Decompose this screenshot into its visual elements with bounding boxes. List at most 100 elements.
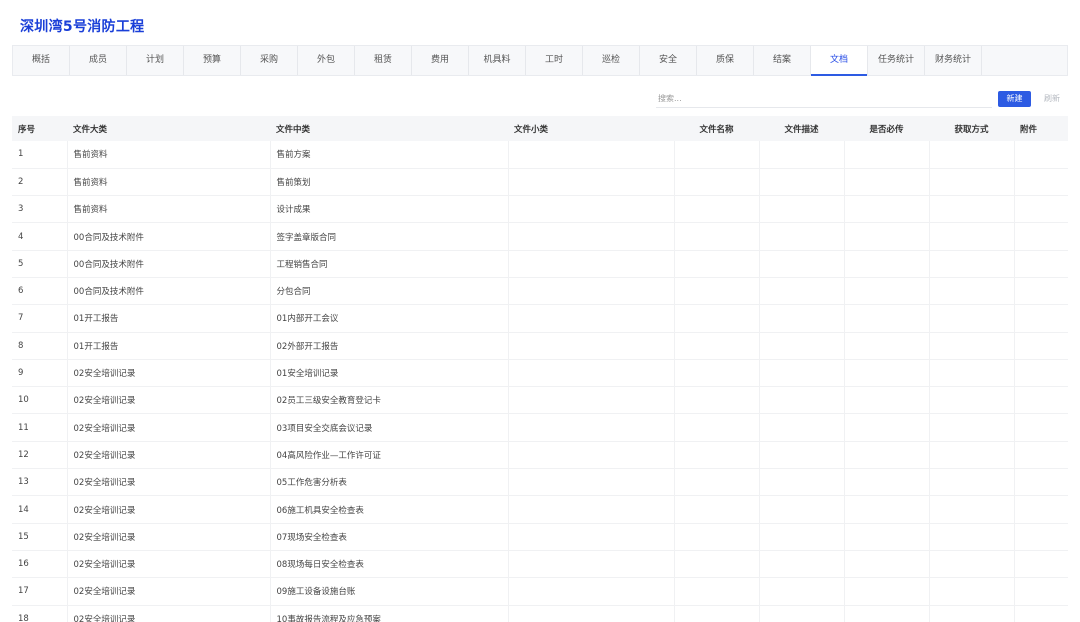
column-header-minor-category[interactable]: 文件小类 — [508, 116, 674, 141]
cell-attachment — [1014, 523, 1068, 551]
tab-equipment[interactable]: 机具料 — [469, 46, 526, 75]
table-row[interactable]: 4 00合同及技术附件 签字盖章版合同 — [12, 222, 1068, 251]
tab-documents[interactable]: 文档 — [811, 46, 868, 76]
tab-inspection[interactable]: 巡检 — [583, 46, 640, 75]
cell-attachment — [1014, 605, 1068, 622]
tab-bar-filler — [982, 46, 1067, 75]
cell-file-name — [674, 386, 760, 415]
cell-file-name — [674, 577, 760, 606]
tab-outsource[interactable]: 外包 — [298, 46, 355, 75]
cell-attachment — [1014, 304, 1068, 333]
cell-file-name — [674, 332, 760, 360]
cell-acquisition-method — [929, 359, 1015, 388]
cell-category: 02安全培训记录 — [67, 468, 271, 497]
table-row[interactable]: 8 01开工报告 02外部开工报告 — [12, 332, 1068, 360]
tab-budget[interactable]: 预算 — [184, 46, 241, 75]
cell-acquisition-method — [929, 413, 1015, 442]
column-header-attachment[interactable]: 附件 — [1014, 116, 1068, 141]
cell-category: 售前资料 — [67, 195, 271, 224]
table-row[interactable]: 2 售前资料 售前策划 — [12, 168, 1068, 197]
table-row[interactable]: 3 售前资料 设计成果 — [12, 195, 1068, 224]
table-row[interactable]: 5 00合同及技术附件 工程销售合同 — [12, 250, 1068, 278]
tab-plan[interactable]: 计划 — [127, 46, 184, 75]
table-row[interactable]: 1 售前资料 售前方案 — [12, 141, 1068, 169]
tab-work-hours[interactable]: 工时 — [526, 46, 583, 75]
column-header-subcategory[interactable]: 文件中类 — [270, 116, 508, 141]
table-row[interactable]: 10 02安全培训记录 02员工三级安全教育登记卡 — [12, 386, 1068, 415]
search-input[interactable] — [656, 90, 992, 108]
cell-minor-category — [508, 195, 675, 224]
tab-expense[interactable]: 费用 — [412, 46, 469, 75]
table-row[interactable]: 7 01开工报告 01内部开工会议 — [12, 304, 1068, 333]
table-row[interactable]: 6 00合同及技术附件 分包合同 — [12, 277, 1068, 306]
cell-file-description — [759, 550, 845, 579]
cell-index: 11 — [12, 413, 68, 442]
column-header-acquisition-method[interactable]: 获取方式 — [929, 116, 1014, 141]
tab-closing[interactable]: 结案 — [754, 46, 811, 75]
cell-file-name — [674, 250, 760, 278]
page-title: 深圳湾5号消防工程 — [20, 19, 145, 35]
cell-attachment — [1014, 441, 1068, 470]
cell-required — [844, 523, 930, 551]
column-header-index[interactable]: 序号 — [12, 116, 67, 141]
tab-task-stats[interactable]: 任务统计 — [868, 46, 925, 75]
table-row[interactable]: 12 02安全培训记录 04高风险作业—工作许可证 — [12, 441, 1068, 470]
cell-required — [844, 332, 930, 360]
cell-subcategory: 签字盖章版合同 — [270, 222, 509, 251]
cell-subcategory: 05工作危害分析表 — [270, 468, 509, 497]
cell-file-name — [674, 523, 760, 551]
cell-attachment — [1014, 222, 1068, 251]
new-button[interactable]: 新建 — [998, 91, 1031, 107]
table-row[interactable]: 11 02安全培训记录 03项目安全交底会议记录 — [12, 413, 1068, 442]
cell-index: 14 — [12, 495, 68, 524]
cell-index: 13 — [12, 468, 68, 497]
tab-purchase[interactable]: 采购 — [241, 46, 298, 75]
cell-category: 02安全培训记录 — [67, 441, 271, 470]
cell-file-description — [759, 495, 845, 524]
cell-file-name — [674, 550, 760, 579]
cell-attachment — [1014, 577, 1068, 606]
cell-file-description — [759, 413, 845, 442]
cell-category: 售前资料 — [67, 168, 271, 197]
cell-file-name — [674, 304, 760, 333]
cell-required — [844, 304, 930, 333]
table-row[interactable]: 9 02安全培训记录 01安全培训记录 — [12, 359, 1068, 388]
cell-category: 02安全培训记录 — [67, 495, 271, 524]
cell-file-description — [759, 441, 845, 470]
table-row[interactable]: 18 02安全培训记录 10事故报告流程及应急预案 — [12, 605, 1068, 622]
cell-minor-category — [508, 495, 675, 524]
table-row[interactable]: 15 02安全培训记录 07现场安全检查表 — [12, 523, 1068, 551]
cell-index: 9 — [12, 359, 68, 388]
cell-category: 02安全培训记录 — [67, 523, 271, 551]
cell-attachment — [1014, 468, 1068, 497]
cell-acquisition-method — [929, 195, 1015, 224]
cell-index: 12 — [12, 441, 68, 470]
tab-finance-stats[interactable]: 财务统计 — [925, 46, 982, 75]
table-row[interactable]: 17 02安全培训记录 09施工设备设施台账 — [12, 577, 1068, 606]
cell-acquisition-method — [929, 577, 1015, 606]
cell-file-name — [674, 195, 760, 224]
refresh-button[interactable]: 刷新 — [1038, 91, 1066, 107]
table-row[interactable]: 14 02安全培训记录 06施工机具安全检查表 — [12, 495, 1068, 524]
cell-acquisition-method — [929, 141, 1015, 169]
table-row[interactable]: 13 02安全培训记录 05工作危害分析表 — [12, 468, 1068, 497]
column-header-file-description[interactable]: 文件描述 — [759, 116, 844, 141]
tab-safety[interactable]: 安全 — [640, 46, 697, 75]
column-header-required[interactable]: 是否必传 — [844, 116, 929, 141]
tab-overview[interactable]: 概括 — [13, 46, 70, 75]
cell-attachment — [1014, 168, 1068, 197]
tab-members[interactable]: 成员 — [70, 46, 127, 75]
tab-warranty[interactable]: 质保 — [697, 46, 754, 75]
cell-attachment — [1014, 413, 1068, 442]
cell-index: 1 — [12, 141, 68, 169]
column-header-file-name[interactable]: 文件名称 — [674, 116, 759, 141]
cell-file-description — [759, 605, 845, 622]
cell-minor-category — [508, 222, 675, 251]
tab-lease[interactable]: 租赁 — [355, 46, 412, 75]
cell-subcategory: 02员工三级安全教育登记卡 — [270, 386, 509, 415]
cell-minor-category — [508, 441, 675, 470]
column-header-category[interactable]: 文件大类 — [67, 116, 270, 141]
cell-category: 02安全培训记录 — [67, 386, 271, 415]
table-row[interactable]: 16 02安全培训记录 08现场每日安全检查表 — [12, 550, 1068, 579]
cell-category: 02安全培训记录 — [67, 359, 271, 388]
